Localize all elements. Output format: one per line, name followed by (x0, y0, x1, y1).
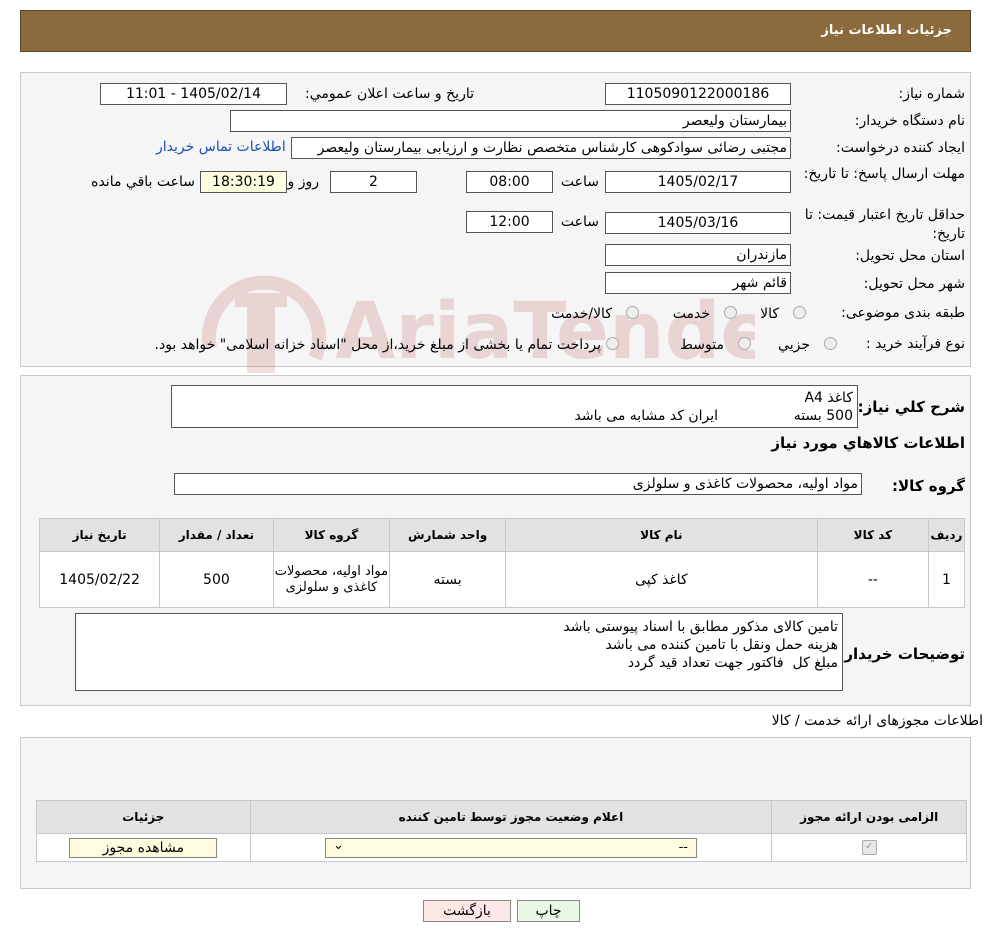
process-radio-medium[interactable] (738, 337, 751, 350)
category-label: طبقه بندی موضوعی: (841, 305, 965, 321)
col-permit-required: الزامی بودن ارائه مجوز (771, 800, 967, 834)
category-radio-goods-service[interactable] (626, 306, 639, 319)
page-title: جزئیات اطلاعات نیاز (821, 23, 952, 38)
cell-row: 1 (927, 551, 966, 608)
days-field: 2 (330, 171, 417, 193)
description-label: شرح کلي نیاز: (857, 398, 965, 416)
col-goods-code: کد کالا (816, 518, 929, 552)
cell-permit-status: ⌄ -- (249, 833, 773, 862)
goods-group-field: مواد اولیه، محصولات کاغذی و سلولزی (174, 473, 862, 495)
category-radio-goods[interactable] (793, 306, 806, 319)
category-radio-service[interactable] (724, 306, 737, 319)
back-button[interactable]: بازگشت (423, 900, 511, 922)
description-textarea[interactable]: کاغذ A4 500 بسته ایران کد مشابه می باشد (171, 385, 858, 428)
col-goods-name: نام کالا (504, 518, 818, 552)
col-permit-status: اعلام وضعیت مجوز توسط تامین کننده (249, 800, 773, 834)
process-radio-minor[interactable] (824, 337, 837, 350)
col-quantity: تعداد / مقدار (159, 518, 274, 552)
remaining-label: ساعت باقي مانده (91, 174, 195, 190)
process-option-minor: جزیي (778, 337, 810, 353)
need-number-label: شماره نیاز: (898, 86, 966, 102)
cell-goods-code: -- (816, 551, 929, 608)
permit-status-select[interactable]: ⌄ -- (324, 837, 697, 858)
buyer-notes-line-1: تامین کالای مذکور مطابق با اسناد پیوستی … (563, 619, 838, 635)
deadline-date-field: 1405/02/17 (605, 171, 791, 193)
table-row: مشاهده مجوز ⌄ -- ✓ (36, 833, 967, 862)
city-label: شهر محل تحویل: (863, 276, 965, 292)
announce-datetime-field: 1405/02/14 - 11:01 (100, 83, 287, 105)
province-label: استان محل تحویل: (855, 248, 965, 264)
province-field: مازندران (605, 244, 791, 266)
goods-table: تاریخ نیاز تعداد / مقدار گروه کالا واحد … (38, 518, 966, 608)
creator-label: ایجاد کننده درخواست: (836, 140, 965, 156)
validity-time-field: 12:00 (466, 211, 553, 233)
process-label: نوع فرآیند خرید : (866, 336, 965, 352)
validity-label: حداقل تاریخ اعتبار قیمت: تا تاریخ: (804, 207, 965, 242)
permit-required-checkbox: ✓ (861, 840, 877, 855)
description-line-2: 500 بسته ایران کد مشابه می باشد (574, 408, 853, 424)
city-field: قائم شهر (605, 272, 791, 294)
deadline-time-label: ساعت (560, 174, 599, 190)
treasury-checkbox[interactable] (606, 337, 619, 350)
category-option-goods-service: کالا/خدمت (551, 306, 612, 322)
permits-table: جزئیات اعلام وضعیت مجوز توسط تامین کننده… (36, 800, 967, 862)
col-goods-group: گروه کالا (272, 518, 391, 552)
need-number-field: 1105090122000186 (605, 83, 791, 105)
buyer-org-field: بیمارستان ولیعصر (230, 110, 791, 132)
creator-field: مجتبی رضائی سوادکوهی کارشناس متخصص نظارت… (291, 137, 791, 159)
process-note: پرداخت تمام یا بخشی از مبلغ خرید،از محل … (154, 337, 601, 353)
process-option-medium: متوسط (680, 337, 724, 353)
cell-permit-required: ✓ (771, 833, 967, 862)
permits-section-title: اطلاعات مجوزهای ارائه خدمت / کالا (771, 713, 983, 729)
goods-table-header: تاریخ نیاز تعداد / مقدار گروه کالا واحد … (38, 518, 966, 552)
buyer-org-label: نام دستگاه خریدار: (854, 113, 965, 129)
col-unit: واحد شمارش (389, 518, 506, 552)
remaining-time-field: 18:30:19 (200, 171, 287, 193)
goods-group-label: گروه کالا: (892, 477, 965, 495)
cell-unit: بسته (389, 551, 506, 608)
buyer-contact-link[interactable]: اطلاعات تماس خریدار (156, 139, 286, 155)
buyer-notes-textarea[interactable]: تامین کالای مذکور مطابق با اسناد پیوستی … (75, 613, 843, 691)
cell-goods-name: کاغذ کپی (504, 551, 818, 608)
cell-quantity: 500 (159, 551, 274, 608)
print-button[interactable]: چاپ (517, 900, 580, 922)
buyer-notes-line-2: هزینه حمل ونقل با تامین کننده می باشد (605, 637, 839, 653)
category-option-service: خدمت (672, 306, 710, 322)
permit-status-value: -- (678, 839, 688, 855)
announce-label: تاریخ و ساعت اعلان عمومي: (305, 86, 474, 102)
buyer-notes-line-3: مبلغ کل فاکتور جهت تعداد قید گردد (627, 655, 838, 671)
category-option-goods: کالا (760, 306, 779, 322)
col-row: ردیف (927, 518, 966, 552)
chevron-down-icon: ⌄ (332, 837, 344, 853)
goods-section-title: اطلاعات کالاهاي مورد نیاز (771, 434, 965, 452)
deadline-label: مهلت ارسال پاسخ: تا تاریخ: (803, 166, 965, 182)
view-permit-button[interactable]: مشاهده مجوز (69, 837, 218, 858)
buyer-notes-label: توضیحات خریدار: (838, 645, 965, 663)
validity-time-label: ساعت (560, 214, 599, 230)
cell-details: مشاهده مجوز (36, 833, 251, 862)
validity-date-field: 1405/03/16 (605, 212, 791, 234)
deadline-time-field: 08:00 (466, 171, 553, 193)
table-row: 1405/02/22 500 مواد اولیه، محصولات کاغذی… (38, 551, 966, 608)
watermark-text: AriaTender.neT (335, 287, 755, 377)
col-details: جزئیات (36, 800, 251, 834)
permits-table-header: جزئیات اعلام وضعیت مجوز توسط تامین کننده… (36, 800, 967, 834)
description-line-1: کاغذ A4 (804, 390, 853, 406)
days-label: روز و (287, 174, 320, 190)
cell-goods-group: مواد اولیه، محصولات کاغذی و سلولزی (272, 551, 391, 608)
page-header: جزئیات اطلاعات نیاز (20, 10, 971, 52)
cell-need-date: 1405/02/22 (38, 551, 161, 608)
col-need-date: تاریخ نیاز (38, 518, 161, 552)
